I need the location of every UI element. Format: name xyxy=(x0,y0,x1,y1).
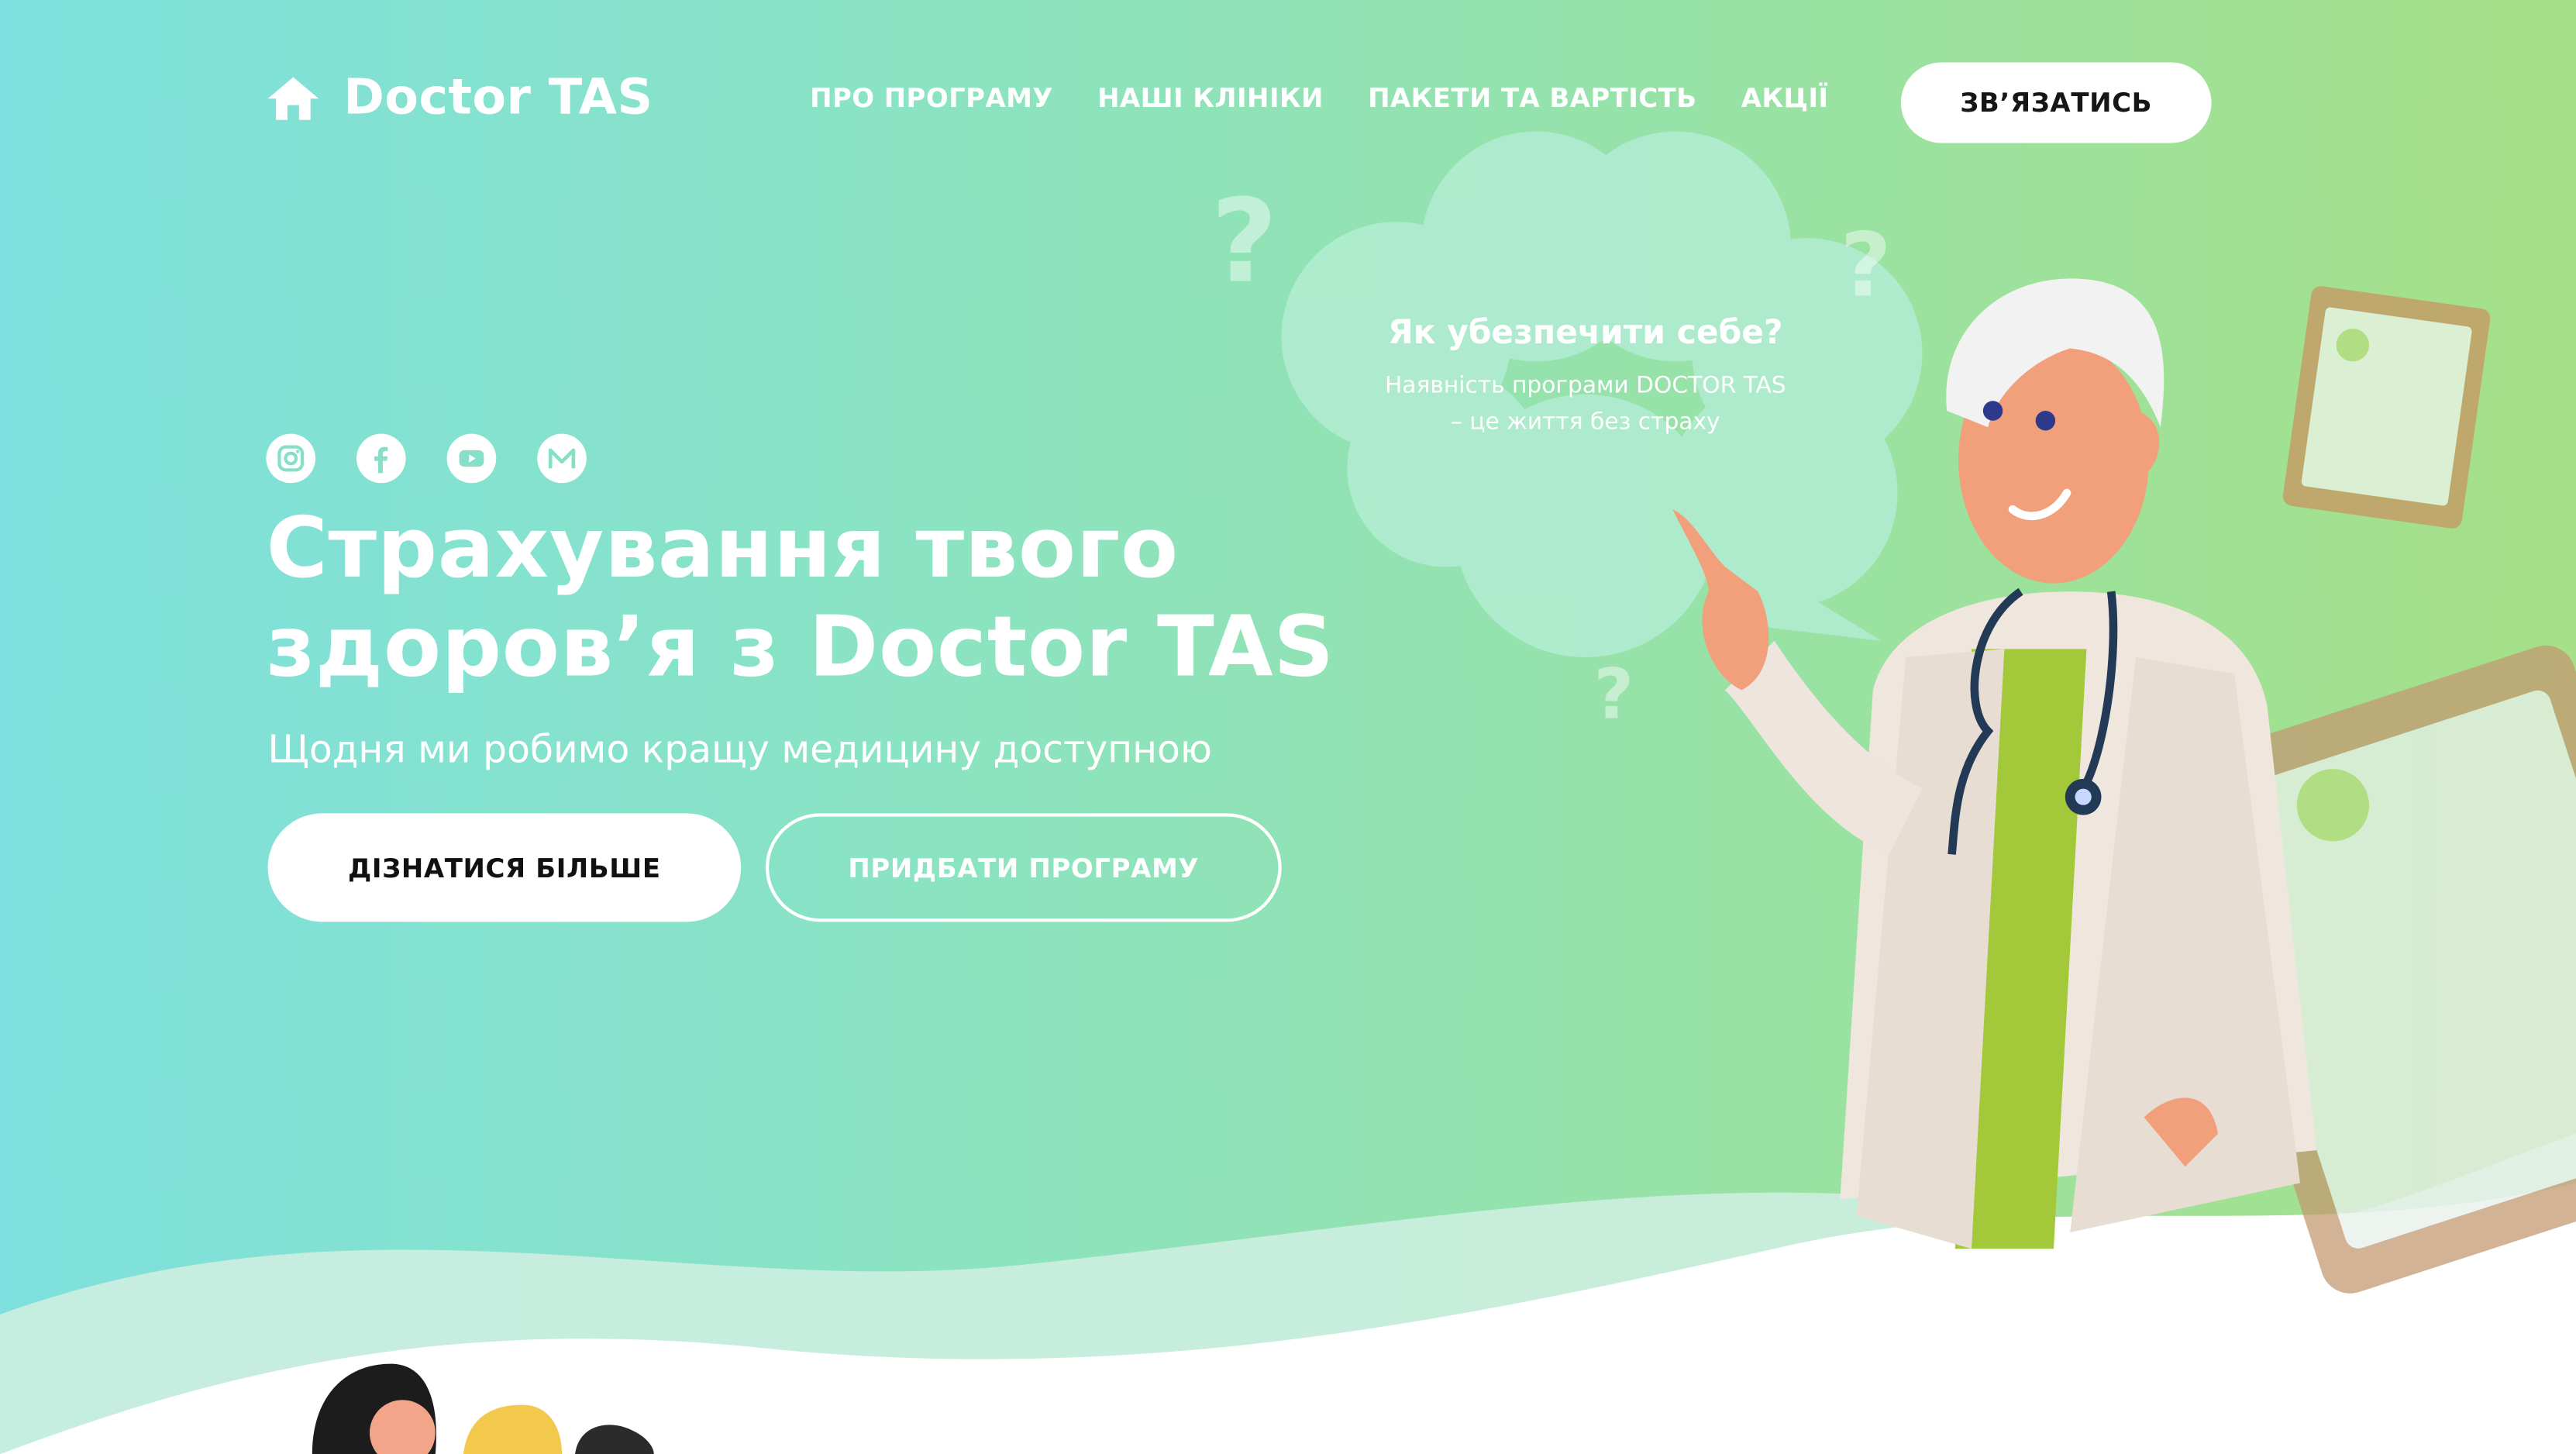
hero-subtitle: Щодня ми робимо кращу медицину доступною xyxy=(267,729,1212,773)
contact-button[interactable]: ЗВ’ЯЗАТИСЬ xyxy=(1900,62,2212,143)
hero-title-line1: Страхування твого xyxy=(266,501,1179,598)
question-mark-decoration: ? xyxy=(1211,174,1278,309)
nav-item-clinics[interactable]: НАШІ КЛІНІКИ xyxy=(1097,82,1324,113)
main-nav: ПРО ПРОГРАМУ НАШІ КЛІНІКИ ПАКЕТИ ТА ВАРТ… xyxy=(810,82,1828,113)
instagram-icon[interactable] xyxy=(266,433,316,484)
page: ? ? ? Doctor TAS ПРО ПРОГРАМУ НАШІ КЛІНІ… xyxy=(0,0,2576,1454)
logo[interactable]: Doctor TAS xyxy=(266,69,653,126)
nav-item-promotions[interactable]: АКЦІЇ xyxy=(1741,82,1829,113)
buy-program-button[interactable]: ПРИДБАТИ ПРОГРАМУ xyxy=(765,813,1282,922)
speech-bubble: Як убезпечити себе? Наявність програми D… xyxy=(1380,312,1791,440)
question-mark-decoration: ? xyxy=(1840,213,1892,318)
hero-title-line2: здоров’я з Doctor TAS xyxy=(266,599,1334,697)
logo-text: Doctor TAS xyxy=(343,69,653,127)
home-icon xyxy=(267,76,319,119)
wave-decoration xyxy=(0,1133,2576,1454)
nav-item-about[interactable]: ПРО ПРОГРАМУ xyxy=(810,82,1053,113)
mail-icon[interactable] xyxy=(537,433,587,484)
nav-item-pricing[interactable]: ПАКЕТИ ТА ВАРТІСТЬ xyxy=(1368,82,1696,113)
facebook-icon[interactable] xyxy=(356,433,406,484)
youtube-icon[interactable] xyxy=(446,433,497,484)
learn-more-button[interactable]: ДІЗНАТИСЯ БІЛЬШЕ xyxy=(267,813,742,922)
speech-bubble-body: Наявність програми DOCTOR TAS – це життя… xyxy=(1384,373,1786,436)
social-links xyxy=(266,433,587,484)
hero-title: Страхування твого здоров’я з Doctor TAS xyxy=(266,501,1514,698)
question-mark-decoration: ? xyxy=(1593,653,1634,735)
speech-bubble-title: Як убезпечити себе? xyxy=(1388,312,1783,352)
